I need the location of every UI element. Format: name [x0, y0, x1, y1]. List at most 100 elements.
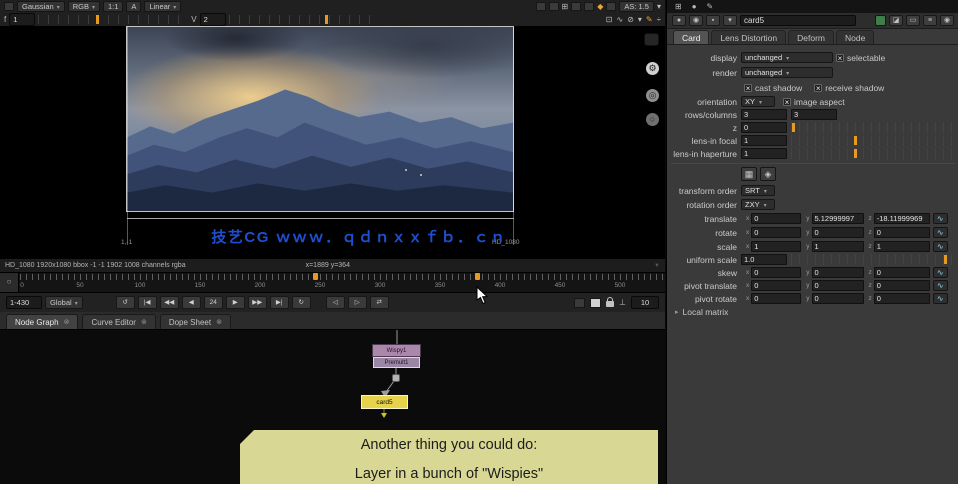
- node-dot[interactable]: [392, 374, 400, 382]
- expression-icon[interactable]: ▾: [723, 15, 737, 26]
- target-icon[interactable]: ◎: [646, 89, 659, 102]
- pivot-rotate-curve-icon[interactable]: ∿: [933, 293, 948, 304]
- node-wispy[interactable]: Wispy1: [372, 344, 421, 357]
- node-color-icon[interactable]: ●: [672, 15, 686, 26]
- anchor-icon[interactable]: ⊥: [619, 298, 626, 308]
- snap-menu-button[interactable]: ▦: [741, 167, 757, 181]
- ab-buffer-button[interactable]: A: [126, 1, 141, 12]
- tab-deform[interactable]: Deform: [788, 30, 834, 44]
- guides-icon[interactable]: [571, 2, 581, 11]
- rotate-z-input[interactable]: 0: [874, 227, 930, 238]
- tab-node-graph[interactable]: Node Graph ⊗: [6, 314, 78, 329]
- frame-range-input[interactable]: 1-430: [6, 296, 42, 309]
- go-to-end-button[interactable]: ↻: [292, 296, 311, 309]
- safezone-icon[interactable]: [584, 2, 594, 11]
- scale-z-input[interactable]: 1: [874, 241, 930, 252]
- dot-icon[interactable]: ●: [692, 2, 697, 11]
- receive-shadow-checkbox[interactable]: [814, 84, 822, 92]
- chevron-down-icon[interactable]: ▾: [638, 15, 642, 25]
- tab-lens-distortion[interactable]: Lens Distortion: [711, 30, 786, 44]
- rows-input[interactable]: 3: [741, 109, 787, 120]
- node-card[interactable]: card5: [361, 395, 408, 409]
- timeline-ruler[interactable]: ○ 0 50 100 150 200 250 300 350 400 450 5…: [0, 272, 665, 292]
- rotate-y-input[interactable]: 0: [812, 227, 864, 238]
- node-name-input[interactable]: card5: [740, 15, 856, 26]
- sticky-note[interactable]: Another thing you could do: Layer in a b…: [240, 430, 658, 484]
- node-graph-canvas[interactable]: Wispy1 Premult1 card5 Another thing you …: [0, 330, 665, 484]
- orientation-dropdown[interactable]: XY: [741, 96, 775, 107]
- node-tile-color-swatch[interactable]: [875, 15, 886, 26]
- circle-icon[interactable]: ○: [646, 113, 659, 126]
- lock-icon[interactable]: [606, 301, 614, 307]
- lens-in-focal-input[interactable]: 1: [741, 135, 787, 146]
- frame-increment-input[interactable]: 10: [631, 296, 659, 309]
- previous-keyframe-button[interactable]: ◀◀: [160, 296, 179, 309]
- viewer-layout-icon[interactable]: [4, 2, 14, 11]
- pivot-translate-x-input[interactable]: 0: [751, 280, 801, 291]
- fps-display[interactable]: 24: [204, 296, 223, 309]
- aspect-scale-label[interactable]: AS: 1.5: [619, 1, 654, 12]
- uniform-scale-slider[interactable]: [791, 254, 956, 265]
- display-dropdown[interactable]: unchanged: [741, 52, 833, 63]
- skew-z-input[interactable]: 0: [874, 267, 930, 278]
- gain-input[interactable]: 1: [9, 13, 35, 26]
- close-icon[interactable]: ⊗: [64, 318, 70, 326]
- roi-icon[interactable]: ◆: [597, 2, 603, 12]
- node-premult[interactable]: Premult1: [373, 357, 420, 368]
- uniform-scale-input[interactable]: 1.0: [741, 254, 787, 265]
- cast-shadow-checkbox[interactable]: [744, 84, 752, 92]
- channels-dropdown[interactable]: RGB: [68, 1, 100, 12]
- transform-order-dropdown[interactable]: SRT: [741, 185, 775, 196]
- viewer-canvas[interactable]: 1,-1 HD_1080 技艺CG ｗｗｗ．ｑｄｎｘｘｆｂ．ｃｎ ⚙ ◎ ○: [0, 27, 665, 258]
- translate-x-input[interactable]: 0: [751, 213, 801, 224]
- close-icon[interactable]: ⊗: [141, 318, 147, 326]
- frame-viewer-icon[interactable]: ⊡: [606, 15, 613, 25]
- scale-y-input[interactable]: 1: [812, 241, 864, 252]
- help-icon[interactable]: ◉: [940, 15, 954, 26]
- lens-in-haperture-slider[interactable]: [791, 148, 956, 159]
- pivot-rotate-z-input[interactable]: 0: [874, 293, 930, 304]
- float-panel-icon[interactable]: ▭: [906, 15, 920, 26]
- grid-icon[interactable]: ⊞: [562, 2, 569, 12]
- z-slider[interactable]: [791, 122, 956, 133]
- image-aspect-checkbox[interactable]: [783, 98, 791, 106]
- pivot-translate-y-input[interactable]: 0: [812, 280, 864, 291]
- gamma-input[interactable]: 2: [200, 13, 226, 26]
- gain-toggle-icon[interactable]: [574, 298, 585, 308]
- playhead-marker[interactable]: [313, 273, 318, 280]
- rotate-curve-icon[interactable]: ∿: [933, 227, 948, 238]
- tab-dope-sheet[interactable]: Dope Sheet ⊗: [160, 314, 231, 329]
- range-mode-dropdown[interactable]: Global: [45, 296, 83, 309]
- close-icon[interactable]: ⊗: [216, 318, 222, 326]
- render-dropdown[interactable]: unchanged: [741, 67, 833, 78]
- chevron-down-icon[interactable]: ▾: [657, 2, 661, 12]
- loop-mode-button[interactable]: ↺: [116, 296, 135, 309]
- rotate-x-input[interactable]: 0: [751, 227, 801, 238]
- skew-x-input[interactable]: 0: [751, 267, 801, 278]
- pivot-translate-z-input[interactable]: 0: [874, 280, 930, 291]
- skew-y-input[interactable]: 0: [812, 267, 864, 278]
- columns-input[interactable]: 3: [791, 109, 837, 120]
- pivot-rotate-x-input[interactable]: 0: [751, 293, 801, 304]
- scale-x-input[interactable]: 1: [751, 241, 801, 252]
- play-button[interactable]: ▶: [226, 296, 245, 309]
- lens-in-focal-slider[interactable]: [791, 135, 956, 146]
- next-keyframe-button[interactable]: ▶|: [270, 296, 289, 309]
- overlay-icon[interactable]: [549, 2, 559, 11]
- lens-in-haperture-input[interactable]: 1: [741, 148, 787, 159]
- rotation-order-dropdown[interactable]: ZXY: [741, 199, 775, 210]
- translate-y-input[interactable]: 5.12999997: [812, 213, 864, 224]
- step-back-button[interactable]: ◀: [182, 296, 201, 309]
- axis-menu-button[interactable]: ◈: [760, 167, 776, 181]
- divide-icon[interactable]: ÷: [657, 15, 661, 25]
- selectable-checkbox[interactable]: [836, 54, 844, 62]
- viewer-side-panel-icon[interactable]: [644, 33, 659, 46]
- pivot-translate-curve-icon[interactable]: ∿: [933, 280, 948, 291]
- disable-icon[interactable]: ⊘: [627, 15, 634, 25]
- wipe-icon[interactable]: ∿: [616, 15, 623, 25]
- local-matrix-label[interactable]: Local matrix: [683, 307, 729, 317]
- gamma-toggle-icon[interactable]: [590, 298, 601, 308]
- proxy-icon[interactable]: [606, 2, 616, 11]
- zoom-level-button[interactable]: 1:1: [103, 1, 123, 12]
- annotate-pencil-icon[interactable]: ✎: [646, 15, 653, 25]
